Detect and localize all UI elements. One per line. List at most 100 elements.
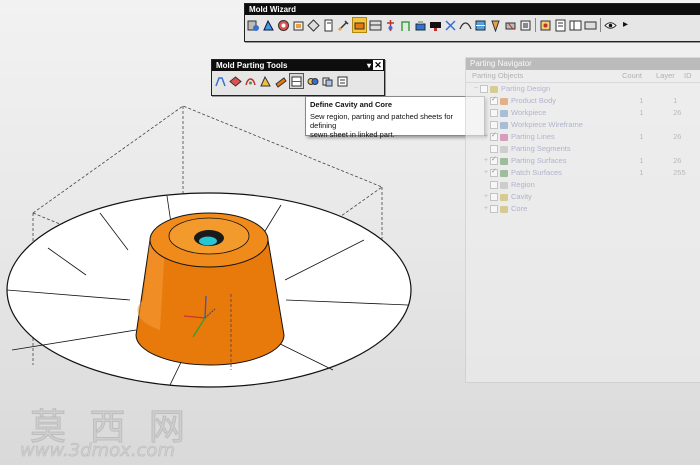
navigator-row[interactable]: Parting Segments	[466, 143, 700, 155]
visibility-checkbox[interactable]	[490, 205, 498, 213]
navigator-row[interactable]: +Parting Surfaces126	[466, 154, 700, 167]
navigator-row-layer: 255	[673, 168, 686, 177]
tooltip-description-line1: Sew region, parting and patched sheets f…	[310, 112, 454, 130]
object-icon	[500, 169, 508, 177]
visibility-checkbox[interactable]	[490, 109, 498, 117]
visibility-checkbox[interactable]	[490, 166, 498, 178]
navigator-row[interactable]: + Core	[466, 203, 700, 215]
trim-tool-icon[interactable]	[504, 18, 517, 32]
column-header[interactable]: ID	[684, 70, 692, 82]
define-cavity-core-icon[interactable]	[289, 73, 304, 89]
visibility-checkbox[interactable]	[490, 121, 498, 129]
object-icon	[500, 193, 508, 201]
object-icon	[500, 157, 508, 165]
workpiece-icon[interactable]	[292, 18, 305, 32]
navigator-row[interactable]: − Parting Design	[466, 83, 700, 95]
runner-icon[interactable]	[459, 18, 472, 32]
navigator-row-count	[639, 119, 673, 131]
gate-icon[interactable]	[444, 18, 457, 32]
navigator-row-layer: 26	[673, 132, 682, 141]
shrinkage-icon[interactable]	[277, 18, 290, 32]
navigator-row-label: Workpiece Wireframe	[511, 120, 583, 129]
dropdown-icon[interactable]: ▾	[367, 60, 371, 71]
mold-wizard-toolbar[interactable]: Mold Wizard ▸	[244, 3, 700, 42]
navigator-row[interactable]: Product Body 1 1	[466, 94, 700, 107]
navigator-row-layer	[673, 191, 700, 203]
eye-icon[interactable]	[604, 18, 617, 32]
curve-patch-icon[interactable]	[244, 74, 257, 88]
swap-model-icon[interactable]	[306, 74, 319, 88]
navigator-row[interactable]: +Parting Lines126	[466, 130, 700, 143]
mold-wizard-title: Mold Wizard	[245, 4, 700, 15]
mold-csys-icon[interactable]	[262, 18, 275, 32]
drawing-icon[interactable]	[554, 18, 567, 32]
mold-check-icon[interactable]	[229, 74, 242, 88]
close-icon[interactable]: ✕	[373, 60, 383, 70]
visibility-checkbox[interactable]	[480, 85, 488, 93]
navigator-row[interactable]: +Patch Surfaces1255	[466, 166, 700, 179]
standard-part-icon[interactable]	[384, 18, 397, 32]
visibility-checkbox[interactable]	[490, 145, 498, 153]
project-init-icon[interactable]	[247, 18, 260, 32]
navigator-row-layer	[664, 83, 692, 95]
electrode-icon[interactable]	[489, 18, 502, 32]
navigator-row-layer: 1	[673, 96, 678, 105]
navigator-row-count: 1	[639, 132, 644, 141]
more-options-icon[interactable]: ▸	[619, 18, 632, 32]
navigator-row-count	[639, 143, 673, 155]
column-header[interactable]: Layer	[656, 70, 684, 82]
navigator-row[interactable]: Workpiece Wireframe	[466, 119, 700, 131]
watermark-url: www.3dmox.com	[20, 440, 176, 462]
product-body	[135, 212, 285, 366]
slider-lifter-icon[interactable]	[414, 18, 427, 32]
mold-tools-icon[interactable]	[337, 18, 350, 32]
design-parting-surface-icon[interactable]	[259, 74, 272, 88]
object-icon	[500, 121, 508, 129]
tooltip-title: Define Cavity and Core	[310, 100, 393, 109]
visibility-checkbox[interactable]	[490, 154, 498, 166]
navigator-row-count	[639, 179, 673, 191]
mold-parting-tools-toolbar[interactable]: Mold Parting Tools ▾ ✕	[211, 59, 385, 96]
navigator-row[interactable]: Region	[466, 179, 700, 191]
hole-table-icon[interactable]	[569, 18, 582, 32]
mold-base-icon[interactable]	[369, 18, 382, 32]
navigator-row-count	[639, 203, 673, 215]
parting-navigator-title: Parting Navigator	[466, 58, 700, 70]
navigator-row-label: Workpiece	[511, 108, 547, 117]
navigator-row-label: Cavity	[511, 192, 532, 201]
column-header[interactable]: Parting Objects	[466, 70, 622, 82]
parting-navigator-header: Parting Objects Count Layer ID	[466, 70, 700, 83]
visibility-checkbox[interactable]	[490, 181, 498, 189]
object-icon	[500, 145, 508, 153]
parting-navigator-panel[interactable]: Parting Navigator Parting Objects Count …	[465, 57, 700, 383]
parting-tools-icons	[212, 71, 384, 91]
parting-manager-icon[interactable]	[352, 17, 367, 33]
layout-icon[interactable]	[307, 18, 320, 32]
navigator-row-label: Region	[511, 180, 535, 189]
visibility-checkbox[interactable]	[490, 130, 498, 142]
visibility-checkbox[interactable]	[490, 193, 498, 201]
navigator-row[interactable]: Workpiece 1 26	[466, 107, 700, 119]
pocket-icon[interactable]	[519, 18, 532, 32]
mold-wizard-icons: ▸	[245, 15, 700, 35]
region-analysis-icon[interactable]	[214, 74, 227, 88]
backup-parting-icon[interactable]	[321, 74, 334, 88]
cooling-icon[interactable]	[474, 18, 487, 32]
navigator-row[interactable]: + Cavity	[466, 191, 700, 203]
mold-parting-tools-title: Mold Parting Tools ▾ ✕	[212, 60, 384, 71]
edit-patch-icon[interactable]	[274, 74, 287, 88]
navigator-row-label: Parting Lines	[511, 132, 555, 141]
visibility-checkbox[interactable]	[490, 94, 498, 106]
parting-navigator-icon[interactable]	[336, 74, 349, 88]
navigator-row-layer: 26	[673, 156, 682, 165]
ejector-pin-icon[interactable]	[399, 18, 412, 32]
view-manager-icon[interactable]	[584, 18, 597, 32]
bill-of-material-icon[interactable]	[539, 18, 552, 32]
navigator-row-count: 1	[639, 108, 644, 117]
sub-insert-icon[interactable]	[429, 18, 442, 32]
family-mold-icon[interactable]	[322, 18, 335, 32]
object-icon	[500, 109, 508, 117]
column-header[interactable]: Count	[622, 70, 656, 82]
mold-parting-tools-label: Mold Parting Tools	[216, 61, 288, 70]
navigator-row-layer	[673, 119, 700, 131]
